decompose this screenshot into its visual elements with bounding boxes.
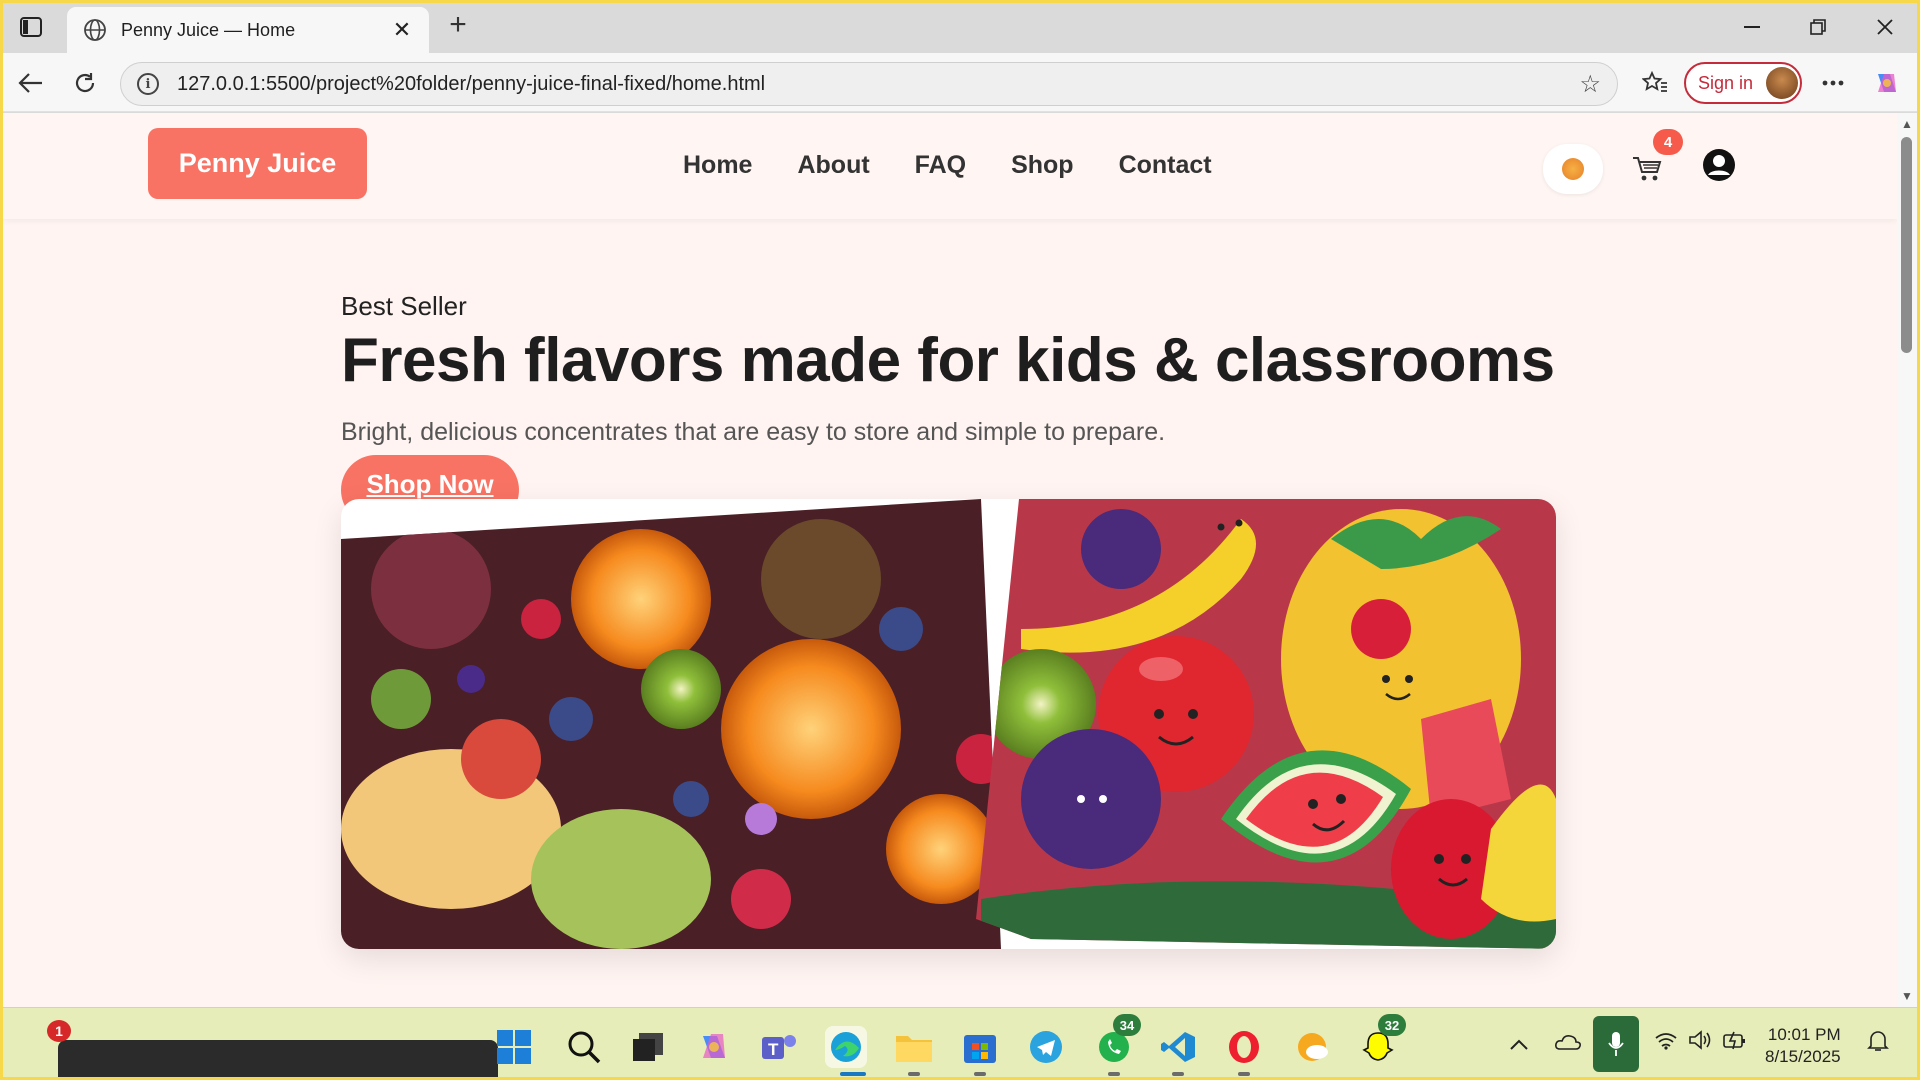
favorites-icon[interactable] [1637,65,1673,101]
globe-icon [84,19,106,41]
hero-title: Fresh flavors made for kids & classrooms [341,326,1555,395]
teams-icon[interactable]: T [759,1026,801,1068]
site-header: Penny Juice Home About FAQ Shop Contact … [3,113,1897,219]
cart-count-badge: 4 [1653,129,1683,155]
windows-taskbar: 1 T 34 32 10:01 PM 8/15/2025 [3,1007,1917,1077]
whatsapp-running-indicator [1108,1072,1120,1076]
url-text[interactable]: 127.0.0.1:5500/project%20folder/penny-ju… [177,73,1579,96]
nav-shop[interactable]: Shop [1011,151,1074,180]
clock-date: 8/15/2025 [1765,1047,1841,1066]
active-tab[interactable]: Penny Juice — Home ✕ [67,7,429,53]
explorer-running-indicator [908,1072,920,1076]
start-icon[interactable] [493,1026,535,1068]
opera-icon[interactable] [1223,1026,1265,1068]
vscode-icon[interactable] [1157,1026,1199,1068]
minimize-icon[interactable] [1732,9,1772,45]
snapchat-badge: 32 [1378,1014,1406,1036]
tab-title: Penny Juice — Home [121,19,296,40]
back-icon[interactable] [13,65,49,101]
address-bar[interactable]: i 127.0.0.1:5500/project%20folder/penny-… [120,62,1618,106]
emoji-toggle-button[interactable] [1543,144,1603,194]
nav-about[interactable]: About [797,151,869,180]
page-scrollbar[interactable]: ▲ ▼ [1897,113,1917,1007]
notification-center-icon[interactable] [1867,1030,1889,1058]
weather-widget-icon[interactable] [1291,1026,1333,1068]
notification-badge: 1 [47,1020,71,1042]
edge-running-indicator [840,1072,866,1076]
wifi-icon[interactable] [1655,1030,1677,1056]
whatsapp-badge: 34 [1113,1014,1141,1036]
hero-kicker: Best Seller [341,291,467,321]
more-options-icon[interactable] [1815,65,1851,101]
scroll-up-icon[interactable]: ▲ [1899,117,1915,131]
scrollbar-thumb[interactable] [1901,137,1912,353]
site-info-icon[interactable]: i [137,73,159,95]
vscode-running-indicator [1172,1072,1184,1076]
sign-in-label: Sign in [1698,72,1754,93]
profile-avatar [1766,67,1798,99]
site-logo[interactable]: Penny Juice [148,128,367,199]
cartoon-fruit-illustration [976,499,1556,949]
restore-icon[interactable] [1798,9,1838,45]
store-icon[interactable] [959,1026,1001,1068]
close-window-icon[interactable] [1865,9,1905,45]
copilot-icon[interactable] [1869,65,1905,101]
window-preview-thumbnail[interactable] [58,1040,498,1077]
opera-running-indicator [1238,1072,1250,1076]
microphone-in-use-icon[interactable] [1593,1016,1639,1072]
nav-contact[interactable]: Contact [1119,151,1212,180]
nav-faq[interactable]: FAQ [915,151,966,180]
battery-icon[interactable] [1723,1030,1747,1056]
system-clock[interactable]: 10:01 PM 8/15/2025 [1765,1024,1841,1068]
hero-subtitle: Bright, delicious concentrates that are … [341,418,1166,446]
new-tab-button[interactable]: + [443,10,473,41]
account-icon[interactable] [1699,145,1739,185]
browser-window: Penny Juice — Home ✕ + i 127.0.0.1:5500/… [3,3,1917,1077]
show-hidden-icons-icon[interactable] [1510,1030,1528,1056]
search-icon[interactable] [563,1026,605,1068]
telegram-icon[interactable] [1025,1026,1067,1068]
tab-strip: Penny Juice — Home ✕ + [3,3,1917,53]
volume-icon[interactable] [1689,1030,1713,1056]
close-tab-icon[interactable]: ✕ [391,17,413,43]
scroll-down-icon[interactable]: ▼ [1899,989,1915,1003]
svg-text:T: T [768,1040,779,1059]
tab-actions-icon[interactable] [17,13,45,41]
page-viewport: Penny Juice Home About FAQ Shop Contact … [3,113,1897,1007]
edge-icon[interactable] [825,1026,867,1068]
sign-in-button[interactable]: Sign in [1684,62,1802,104]
main-nav: Home About FAQ Shop Contact [683,151,1212,180]
task-view-icon[interactable] [627,1026,669,1068]
mixed-fruit-photo [341,499,1001,949]
favorite-star-icon[interactable]: ☆ [1579,70,1601,99]
clock-time: 10:01 PM [1767,1025,1841,1044]
emoji-icon [1562,158,1584,180]
copilot-app-icon[interactable] [693,1026,735,1068]
reload-icon[interactable] [67,65,103,101]
file-explorer-icon[interactable] [893,1026,935,1068]
nav-home[interactable]: Home [683,151,752,180]
onedrive-icon[interactable] [1555,1030,1581,1056]
hero-fruit-collage [341,499,1556,949]
store-running-indicator [974,1072,986,1076]
browser-toolbar: i 127.0.0.1:5500/project%20folder/penny-… [3,53,1917,112]
